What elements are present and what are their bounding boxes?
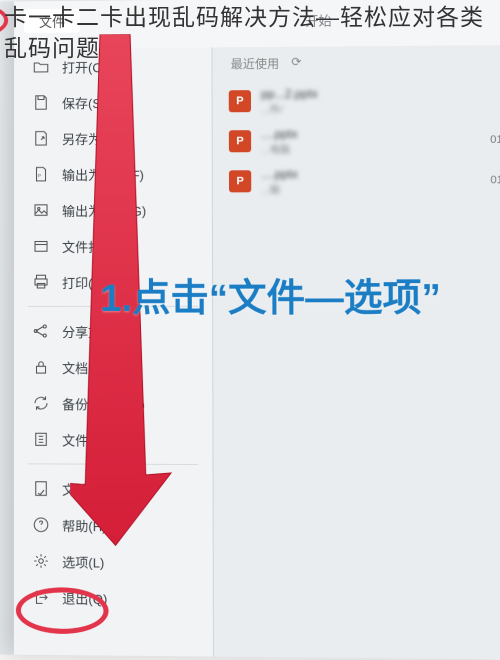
menu-save[interactable]: 保存(S) xyxy=(14,83,212,120)
start-tab[interactable]: 开始 xyxy=(305,10,331,29)
instruction-overlay: 1.点击“文件—选项” xyxy=(100,277,500,321)
pptx-icon: P xyxy=(229,170,251,192)
menu-label: 文档定稿 xyxy=(62,479,114,498)
file-subpath: ...件/ xyxy=(261,100,318,115)
menu-export-pdf[interactable]: P 输出为PDF(F) xyxy=(14,155,212,192)
file-tab-label: 文件 xyxy=(39,11,65,30)
file-name: ....pptx xyxy=(261,126,298,140)
pptx-icon: P xyxy=(229,90,251,112)
menu-save-as[interactable]: 另存为(A) xyxy=(14,119,212,156)
help-icon xyxy=(32,516,50,534)
save-as-icon xyxy=(32,129,50,147)
menu-package[interactable]: 文件打包(R) xyxy=(14,228,212,264)
file-subpath: ...脑 xyxy=(261,181,298,196)
screenshot-photo: 文件 开始 打开(O) 保存(S) 另存为(A) P 输出为PDF(F) xyxy=(0,0,500,659)
menu-label: 打印(P) xyxy=(62,272,106,291)
menu-label: 文档加密(E) xyxy=(62,358,132,377)
menu-help[interactable]: 帮助(H) xyxy=(14,507,213,544)
menu-encrypt[interactable]: 文档加密(E) xyxy=(14,349,212,385)
file-menu-tab[interactable]: 文件 xyxy=(24,9,80,33)
start-tab-label: 开始 xyxy=(305,13,331,28)
menu-backup[interactable]: 备份与恢复(K) xyxy=(14,385,212,422)
menu-slim[interactable]: 文件瘦身 xyxy=(14,421,213,458)
file-row[interactable]: P ....pptx ...电脑 01 D xyxy=(213,120,500,162)
menu-label: 保存(S) xyxy=(62,93,105,112)
image-icon xyxy=(32,201,50,219)
menu-label: 备份与恢复(K) xyxy=(62,394,145,413)
file-menu-sidebar: 打开(O) 保存(S) 另存为(A) P 输出为PDF(F) 输出为图片(G) … xyxy=(14,47,214,656)
file-date: 01 D xyxy=(490,134,500,146)
menu-label: 打开(O) xyxy=(62,57,107,76)
menu-divider xyxy=(28,463,198,465)
backup-icon xyxy=(32,394,50,412)
recent-files-label: 最近使用 xyxy=(231,55,280,72)
file-date: 01 D xyxy=(490,174,500,186)
annotation-circle-file xyxy=(0,3,8,37)
file-subpath: ...电脑 xyxy=(261,140,298,155)
compress-icon xyxy=(32,430,50,448)
pdf-icon: P xyxy=(32,165,50,183)
menu-label: 另存为(A) xyxy=(62,128,118,147)
menu-label: 分享文档(D) xyxy=(62,321,132,340)
annotation-circle-options xyxy=(16,587,109,634)
lock-icon xyxy=(32,358,50,376)
menu-label: 文件瘦身 xyxy=(62,430,114,449)
menu-export-image[interactable]: 输出为图片(G) xyxy=(14,191,212,228)
file-name: pp...2.pptx xyxy=(261,86,318,100)
share-icon xyxy=(32,322,50,340)
menu-label: 帮助(H) xyxy=(62,515,106,534)
pptx-icon: P xyxy=(229,130,251,152)
file-name: ....pptx xyxy=(261,167,298,181)
file-row[interactable]: P pp...2.pptx ...件/ 今 xyxy=(213,79,500,121)
file-row[interactable]: P ....pptx ...脑 01 D xyxy=(213,160,500,202)
svg-text:P: P xyxy=(38,173,41,178)
refresh-icon[interactable]: ⟳ xyxy=(291,55,301,69)
package-icon xyxy=(32,237,50,255)
print-icon xyxy=(32,273,50,291)
menu-finalize[interactable]: 文档定稿 xyxy=(14,470,213,507)
recent-files-panel: 最近使用 ⟳ P pp...2.pptx ...件/ 今 P ....pptx … xyxy=(212,45,500,660)
menu-label: 输出为PDF(F) xyxy=(62,164,144,183)
files-list: P pp...2.pptx ...件/ 今 P ....pptx ...电脑 0… xyxy=(213,79,500,201)
menu-open[interactable]: 打开(O) xyxy=(14,47,211,84)
menu-label: 输出为图片(G) xyxy=(62,200,146,219)
menu-label: 文件打包(R) xyxy=(62,236,132,255)
folder-open-icon xyxy=(32,58,50,76)
app-window: 文件 开始 打开(O) 保存(S) 另存为(A) P 输出为PDF(F) xyxy=(14,0,500,659)
save-icon xyxy=(32,93,50,111)
menu-options[interactable]: 选项(L) xyxy=(14,543,213,581)
finalize-icon xyxy=(32,479,50,497)
gear-icon xyxy=(32,552,50,570)
menu-label: 选项(L) xyxy=(62,552,104,571)
